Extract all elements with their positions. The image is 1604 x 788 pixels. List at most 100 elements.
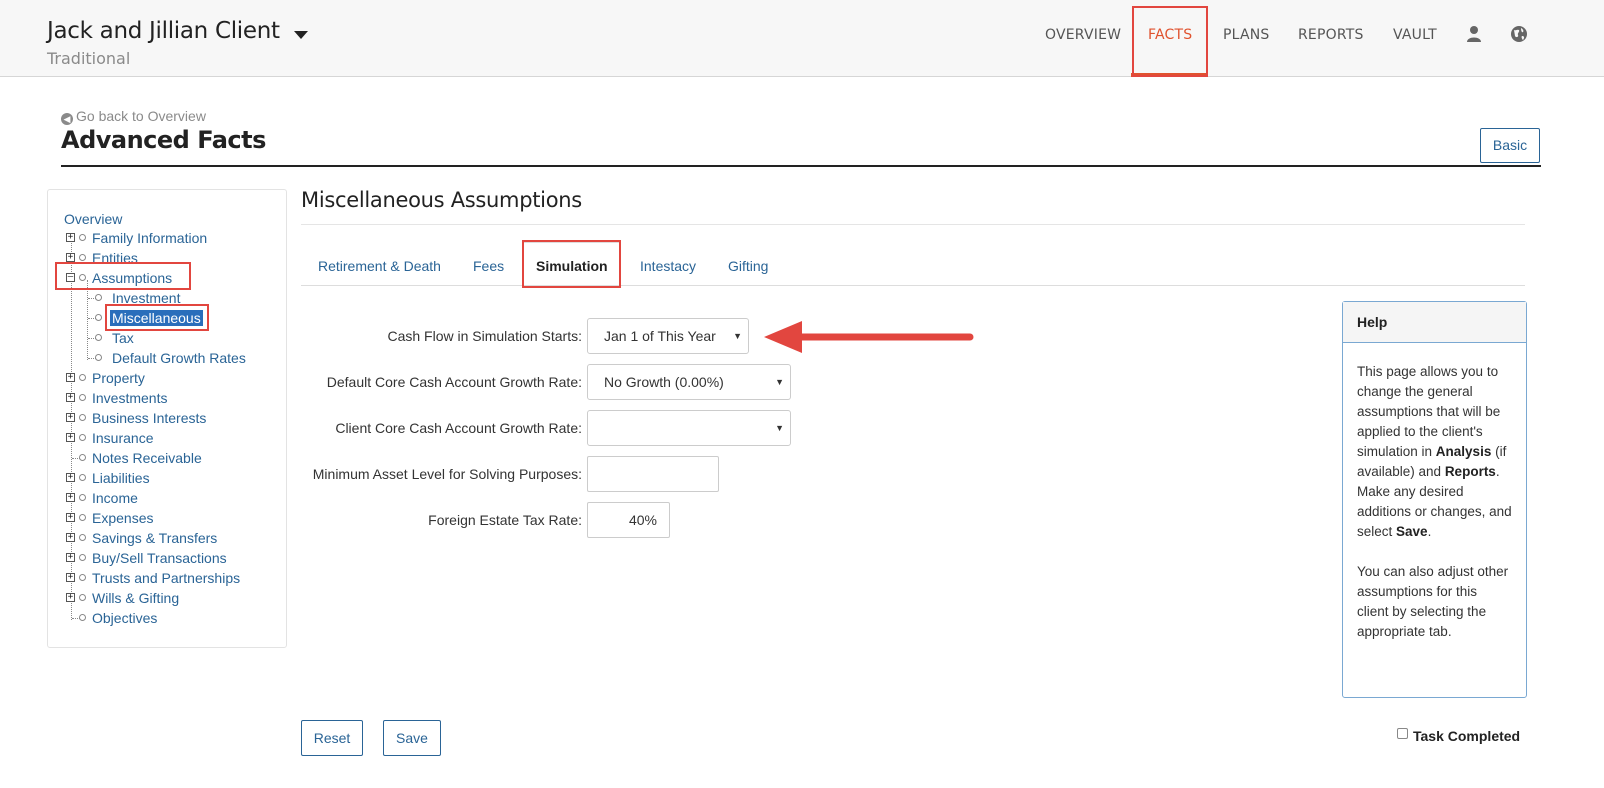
tree-node-icon [79, 454, 86, 461]
go-back-link[interactable]: ◀ Go back to Overview [61, 108, 206, 125]
tree-expand-icon[interactable]: + [66, 593, 75, 602]
tree-item-entities[interactable]: Entities [92, 250, 138, 266]
help-paragraph-2: You can also adjust other assumptions fo… [1357, 564, 1509, 639]
tree-connector [71, 240, 72, 620]
tree-node-icon [79, 434, 86, 441]
tree-expand-icon[interactable]: + [66, 493, 75, 502]
default-growth-select-value: No Growth (0.00%) [604, 374, 724, 390]
tree-item-notes-receivable[interactable]: Notes Receivable [92, 450, 202, 466]
tree-expand-icon[interactable]: + [66, 573, 75, 582]
tree-item-overview[interactable]: Overview [64, 211, 122, 227]
tree-item-assumptions[interactable]: Assumptions [92, 270, 172, 286]
min-asset-label: Minimum Asset Level for Solving Purposes… [312, 466, 582, 482]
tree-node-icon [79, 414, 86, 421]
page-title: Advanced Facts [61, 126, 266, 154]
help-text-bold: Save [1396, 524, 1428, 539]
tree-expand-icon[interactable]: + [66, 413, 75, 422]
caret-down-icon: ▼ [775, 377, 784, 387]
section-divider [301, 224, 1525, 225]
tree-expand-icon[interactable]: + [66, 253, 75, 262]
tree-node-icon [79, 274, 86, 281]
tree-node-icon [79, 494, 86, 501]
tree-item-property[interactable]: Property [92, 370, 145, 386]
default-growth-select[interactable]: No Growth (0.00%) ▼ [587, 364, 791, 400]
nav-overview[interactable]: OVERVIEW [1045, 27, 1121, 43]
tab-retirement-death[interactable]: Retirement & Death [318, 258, 441, 274]
tree-item-expenses[interactable]: Expenses [92, 510, 153, 526]
help-paragraph-1: This page allows you to change the gener… [1357, 362, 1512, 542]
help-body: This page allows you to change the gener… [1343, 343, 1526, 661]
caret-down-icon: ▼ [733, 331, 742, 341]
save-button[interactable]: Save [383, 720, 441, 756]
tree-item-miscellaneous[interactable]: Miscellaneous [110, 310, 203, 326]
nav-reports[interactable]: REPORTS [1298, 27, 1364, 43]
tree-node-icon [95, 354, 102, 361]
tree-expand-icon[interactable]: + [66, 433, 75, 442]
user-icon[interactable] [1466, 25, 1482, 43]
client-dropdown-caret-icon[interactable] [294, 31, 308, 39]
tree-expand-icon[interactable]: + [66, 513, 75, 522]
tree-item-buy-sell-transactions[interactable]: Buy/Sell Transactions [92, 550, 227, 566]
tree-node-icon [95, 334, 102, 341]
tree-item-business-interests[interactable]: Business Interests [92, 410, 206, 426]
tree-item-wills-gifting[interactable]: Wills & Gifting [92, 590, 179, 606]
tree-expand-icon[interactable]: + [66, 233, 75, 242]
tree-expand-icon[interactable]: + [66, 553, 75, 562]
tree-node-icon [79, 514, 86, 521]
reset-button[interactable]: Reset [301, 720, 363, 756]
client-name[interactable]: Jack and Jillian Client [47, 18, 280, 44]
tree-item-investment[interactable]: Investment [112, 290, 180, 306]
tree-collapse-icon[interactable]: – [66, 273, 75, 282]
foreign-tax-input[interactable] [587, 502, 670, 538]
tree-node-icon [95, 314, 102, 321]
tree-node-icon [79, 574, 86, 581]
nav-facts[interactable]: FACTS [1148, 27, 1192, 43]
tree-expand-icon[interactable]: + [66, 393, 75, 402]
tabs-divider [301, 285, 1525, 286]
tree-node-icon [79, 594, 86, 601]
min-asset-input[interactable] [587, 456, 719, 492]
basic-button[interactable]: Basic [1480, 128, 1540, 163]
tree-expand-icon[interactable]: + [66, 473, 75, 482]
tree-item-investments[interactable]: Investments [92, 390, 167, 406]
caret-down-icon: ▼ [775, 423, 784, 433]
tree-node-icon [79, 534, 86, 541]
task-completed-label: Task Completed [1413, 728, 1521, 744]
help-text-bold: Analysis [1435, 444, 1492, 459]
tree-item-objectives[interactable]: Objectives [92, 610, 157, 626]
client-growth-label: Client Core Cash Account Growth Rate: [335, 420, 582, 436]
red-arrow-annotation-icon [764, 321, 974, 353]
tab-gifting[interactable]: Gifting [728, 258, 768, 274]
nav-active-underline [1131, 73, 1208, 77]
tree-node-icon [79, 614, 86, 621]
cash-flow-label: Cash Flow in Simulation Starts: [387, 328, 582, 344]
tab-simulation[interactable]: Simulation [536, 258, 608, 274]
tab-intestacy[interactable]: Intestacy [640, 258, 696, 274]
tree-item-default-growth-rates[interactable]: Default Growth Rates [112, 350, 246, 366]
tree-item-tax[interactable]: Tax [112, 330, 134, 346]
tree-expand-icon[interactable]: + [66, 533, 75, 542]
help-title: Help [1343, 302, 1526, 343]
cash-flow-select[interactable]: Jan 1 of This Year ▼ [587, 318, 749, 354]
default-growth-label: Default Core Cash Account Growth Rate: [326, 374, 582, 390]
tree-item-liabilities[interactable]: Liabilities [92, 470, 150, 486]
tree-node-icon [95, 294, 102, 301]
tree-item-income[interactable]: Income [92, 490, 138, 506]
top-bar: Jack and Jillian Client Traditional OVER… [0, 0, 1604, 77]
globe-icon[interactable] [1510, 25, 1528, 43]
nav-plans[interactable]: PLANS [1223, 27, 1270, 43]
cash-flow-select-value: Jan 1 of This Year [604, 328, 716, 344]
tree-item-family-information[interactable]: Family Information [92, 230, 207, 246]
nav-vault[interactable]: VAULT [1393, 27, 1437, 43]
section-title: Miscellaneous Assumptions [301, 188, 582, 212]
client-growth-select[interactable]: ▼ [587, 410, 791, 446]
tree-item-trusts-partnerships[interactable]: Trusts and Partnerships [92, 570, 240, 586]
help-text-bold: Reports [1444, 464, 1496, 479]
tree-item-savings-transfers[interactable]: Savings & Transfers [92, 530, 217, 546]
task-completed-checkbox[interactable] [1397, 728, 1408, 739]
tree-node-icon [79, 374, 86, 381]
tab-fees[interactable]: Fees [473, 258, 504, 274]
tree-item-insurance[interactable]: Insurance [92, 430, 153, 446]
help-text: . [1427, 524, 1432, 539]
tree-expand-icon[interactable]: + [66, 373, 75, 382]
